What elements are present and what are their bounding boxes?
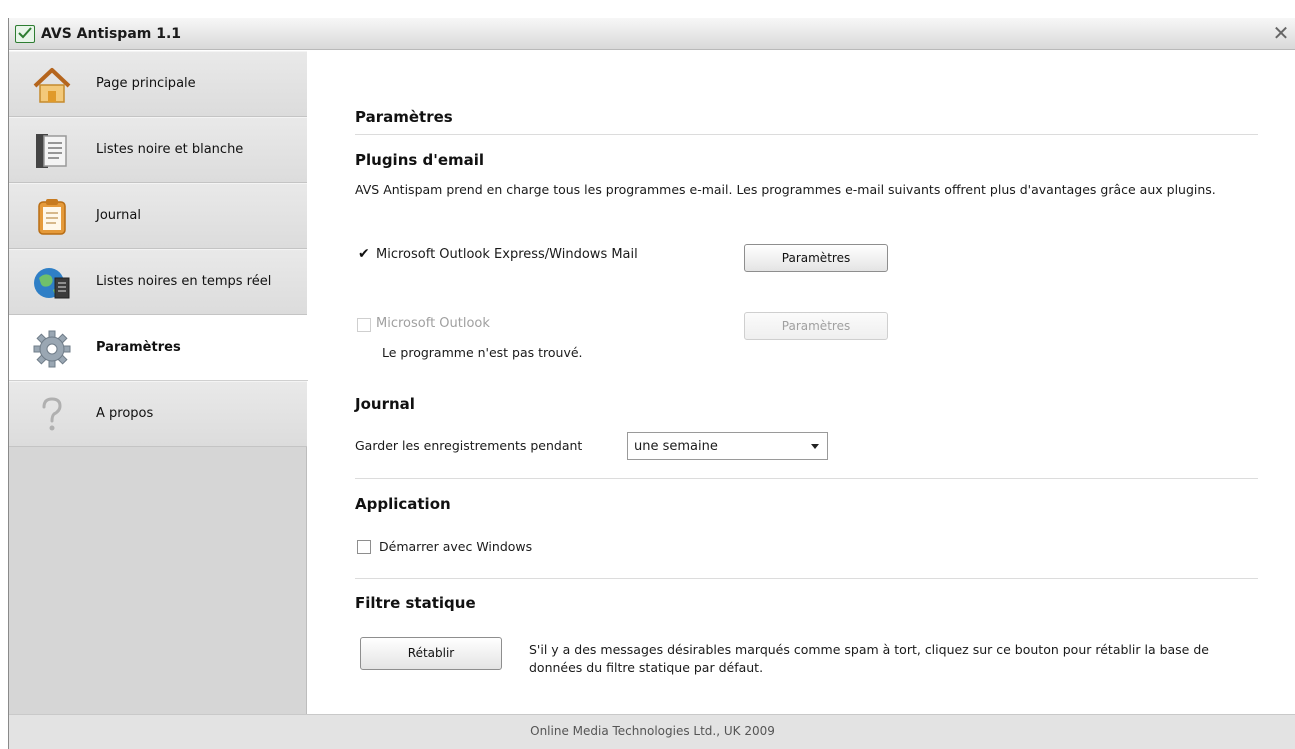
settings-panel: Paramètres Plugins d'email AVS Antispam … [308, 51, 1295, 714]
outlook-label: Microsoft Outlook [376, 316, 490, 331]
retention-period-select[interactable]: une semaine [627, 432, 828, 460]
gear-icon [33, 330, 71, 368]
reset-filter-button[interactable]: Rétablir [360, 637, 502, 670]
plugins-section-title: Plugins d'email [355, 151, 485, 169]
journal-section-title: Journal [355, 395, 415, 413]
static-filter-description: S'il y a des messages désirables marqués… [529, 642, 1209, 675]
start-with-windows-label: Démarrer avec Windows [379, 539, 533, 554]
checkmark-icon: ✔ [358, 246, 370, 262]
sidebar-item-label: Page principale [96, 76, 196, 91]
sidebar-item-label: Journal [96, 208, 141, 223]
sidebar: Page principale Listes noire et blanche [9, 51, 308, 714]
page-title: Paramètres [355, 108, 453, 126]
divider [355, 134, 1258, 135]
outlook-checkbox[interactable] [357, 318, 371, 332]
application-section-title: Application [355, 495, 451, 513]
chevron-down-icon [811, 444, 819, 449]
sidebar-item-about[interactable]: A propos [9, 381, 307, 447]
title-bar: AVS Antispam 1.1 ✕ [9, 18, 1295, 50]
outlook-settings-button[interactable]: Paramètres [744, 312, 888, 340]
sidebar-item-home[interactable]: Page principale [9, 51, 307, 117]
close-icon[interactable]: ✕ [1270, 22, 1292, 44]
sidebar-item-label: Paramètres [96, 340, 181, 355]
retention-period-value: une semaine [634, 439, 718, 454]
static-filter-section-title: Filtre statique [355, 594, 476, 612]
outlook-status-text: Le programme n'est pas trouvé. [382, 345, 583, 360]
divider [355, 478, 1258, 479]
outlook-express-label: Microsoft Outlook Express/Windows Mail [376, 247, 638, 262]
plugins-description: AVS Antispam prend en charge tous les pr… [355, 182, 1216, 197]
outlook-express-checkbox[interactable]: ✔ [357, 246, 371, 263]
sidebar-item-realtime-blacklists[interactable]: Listes noires en temps réel [9, 249, 307, 315]
app-window: AVS Antispam 1.1 ✕ Page principale Liste… [8, 18, 1295, 749]
sidebar-item-lists[interactable]: Listes noire et blanche [9, 117, 307, 183]
sidebar-item-journal[interactable]: Journal [9, 183, 307, 249]
app-logo-icon [15, 25, 35, 43]
sidebar-item-settings[interactable]: Paramètres [9, 315, 308, 381]
sidebar-item-label: Listes noires en temps réel [96, 274, 272, 289]
clipboard-icon [38, 199, 66, 235]
divider [355, 578, 1258, 579]
keep-records-label: Garder les enregistrements pendant [355, 438, 583, 453]
window-title: AVS Antispam 1.1 [41, 26, 182, 42]
copyright-text: Online Media Technologies Ltd., UK 2009 [530, 724, 775, 738]
globe-server-icon [34, 268, 70, 299]
list-document-icon [36, 134, 67, 168]
question-icon [42, 397, 62, 431]
sidebar-item-label: A propos [96, 406, 154, 421]
footer: Online Media Technologies Ltd., UK 2009 [9, 714, 1295, 749]
outlook-express-settings-button[interactable]: Paramètres [744, 244, 888, 272]
home-icon [33, 68, 71, 103]
sidebar-item-label: Listes noire et blanche [96, 142, 244, 157]
start-with-windows-checkbox[interactable] [357, 540, 371, 554]
